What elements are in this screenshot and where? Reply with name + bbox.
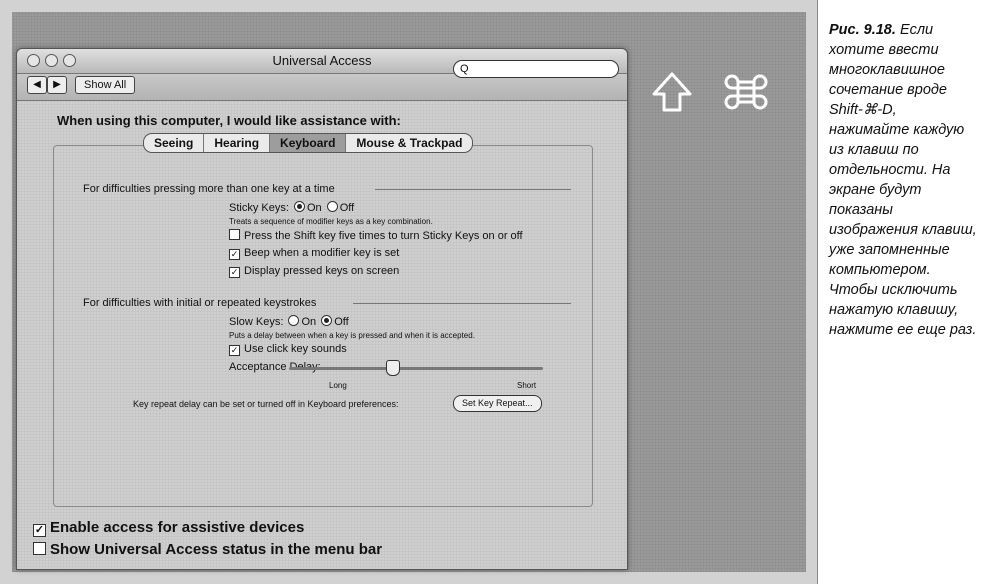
tab-keyboard[interactable]: Keyboard	[270, 134, 347, 152]
universal-access-window: Universal Access ◀ ▶ Show All Q When usi…	[16, 48, 628, 570]
beep-modifier-label: Beep when a modifier key is set	[244, 247, 400, 259]
sticky-on-radio[interactable]	[293, 201, 305, 212]
tab-hearing[interactable]: Hearing	[204, 134, 271, 152]
pane-content: When using this computer, I would like a…	[17, 101, 627, 569]
menu-bar-status-checkbox[interactable]	[33, 542, 46, 555]
magnifier-icon: Q	[460, 63, 469, 75]
command-key-icon	[724, 74, 768, 110]
assistive-devices-option[interactable]: ✓ Enable access for assistive devices	[33, 519, 304, 537]
figure-caption: Рис. 9.18. Если хотите ввести многоклави…	[829, 20, 979, 340]
caption-text: Если хотите ввести многоклавишное сочета…	[829, 22, 977, 338]
display-keys-option[interactable]: ✓ Display pressed keys on screen	[229, 265, 399, 278]
figure-number: Рис. 9.18.	[829, 22, 896, 38]
slow-on-label: On	[301, 316, 317, 328]
tab-mouse-trackpad[interactable]: Mouse & Trackpad	[346, 134, 472, 152]
slow-off-label: Off	[334, 316, 349, 328]
slider-max-label: Short	[517, 381, 537, 390]
slow-keys-description: Puts a delay between when a key is press…	[229, 331, 475, 340]
slow-section-heading: For difficulties with initial or repeate…	[83, 297, 317, 309]
display-keys-checkbox[interactable]: ✓	[229, 267, 240, 278]
slow-off-radio[interactable]	[321, 315, 333, 326]
slider-min-label: Long	[329, 381, 347, 390]
section-divider	[375, 189, 571, 190]
sticky-section-heading: For difficulties pressing more than one …	[83, 183, 335, 195]
toolbar: ◀ ▶ Show All Q	[17, 60, 627, 101]
beep-modifier-checkbox[interactable]: ✓	[229, 249, 240, 260]
assistance-prompt: When using this computer, I would like a…	[57, 113, 401, 128]
sticky-keys-row: Sticky Keys: On Off	[229, 201, 354, 214]
assistive-devices-checkbox[interactable]: ✓	[33, 524, 46, 537]
forward-arrow-icon: ▶	[53, 79, 61, 90]
section-divider	[353, 303, 571, 304]
sticky-off-label: Off	[339, 202, 355, 214]
shift-five-times-label: Press the Shift key five times to turn S…	[244, 230, 523, 242]
forward-button[interactable]: ▶	[47, 76, 67, 94]
search-field[interactable]: Q	[453, 60, 619, 78]
click-sounds-option[interactable]: ✓ Use click key sounds	[229, 343, 347, 356]
shift-five-times-checkbox[interactable]	[229, 229, 240, 240]
sticky-keys-section: For difficulties pressing more than one …	[83, 183, 573, 195]
click-sounds-label: Use click key sounds	[244, 343, 347, 355]
slider-thumb[interactable]	[385, 360, 400, 376]
slow-keys-section: For difficulties with initial or repeate…	[83, 297, 573, 309]
key-repeat-note: Key repeat delay can be set or turned of…	[133, 399, 399, 409]
click-sounds-checkbox[interactable]: ✓	[229, 345, 240, 356]
sticky-keys-label: Sticky Keys:	[229, 202, 289, 214]
beep-modifier-option[interactable]: ✓ Beep when a modifier key is set	[229, 247, 399, 260]
shift-five-times-option[interactable]: Press the Shift key five times to turn S…	[229, 229, 523, 242]
show-all-button[interactable]: Show All	[75, 76, 136, 94]
back-arrow-icon: ◀	[33, 79, 41, 90]
slow-keys-row: Slow Keys: On Off	[229, 315, 349, 328]
set-key-repeat-button[interactable]: Set Key Repeat...	[453, 395, 542, 412]
menu-bar-status-option[interactable]: Show Universal Access status in the menu…	[33, 541, 382, 558]
shift-key-icon	[652, 72, 692, 112]
back-button[interactable]: ◀	[27, 76, 47, 94]
slow-keys-label: Slow Keys:	[229, 316, 284, 328]
assistive-devices-label: Enable access for assistive devices	[50, 519, 305, 536]
sticky-keys-description: Treats a sequence of modifier keys as a …	[229, 217, 433, 226]
slow-on-radio[interactable]	[288, 315, 300, 326]
sticky-off-radio[interactable]	[326, 201, 338, 212]
display-keys-label: Display pressed keys on screen	[244, 265, 400, 277]
tab-bar: Seeing Hearing Keyboard Mouse & Trackpad	[143, 133, 474, 153]
sticky-on-label: On	[306, 202, 322, 214]
tab-seeing[interactable]: Seeing	[144, 134, 205, 152]
acceptance-delay-slider[interactable]	[289, 360, 543, 376]
figure-frame: Universal Access ◀ ▶ Show All Q When usi…	[0, 0, 818, 584]
menu-bar-status-label: Show Universal Access status in the menu…	[50, 541, 383, 558]
